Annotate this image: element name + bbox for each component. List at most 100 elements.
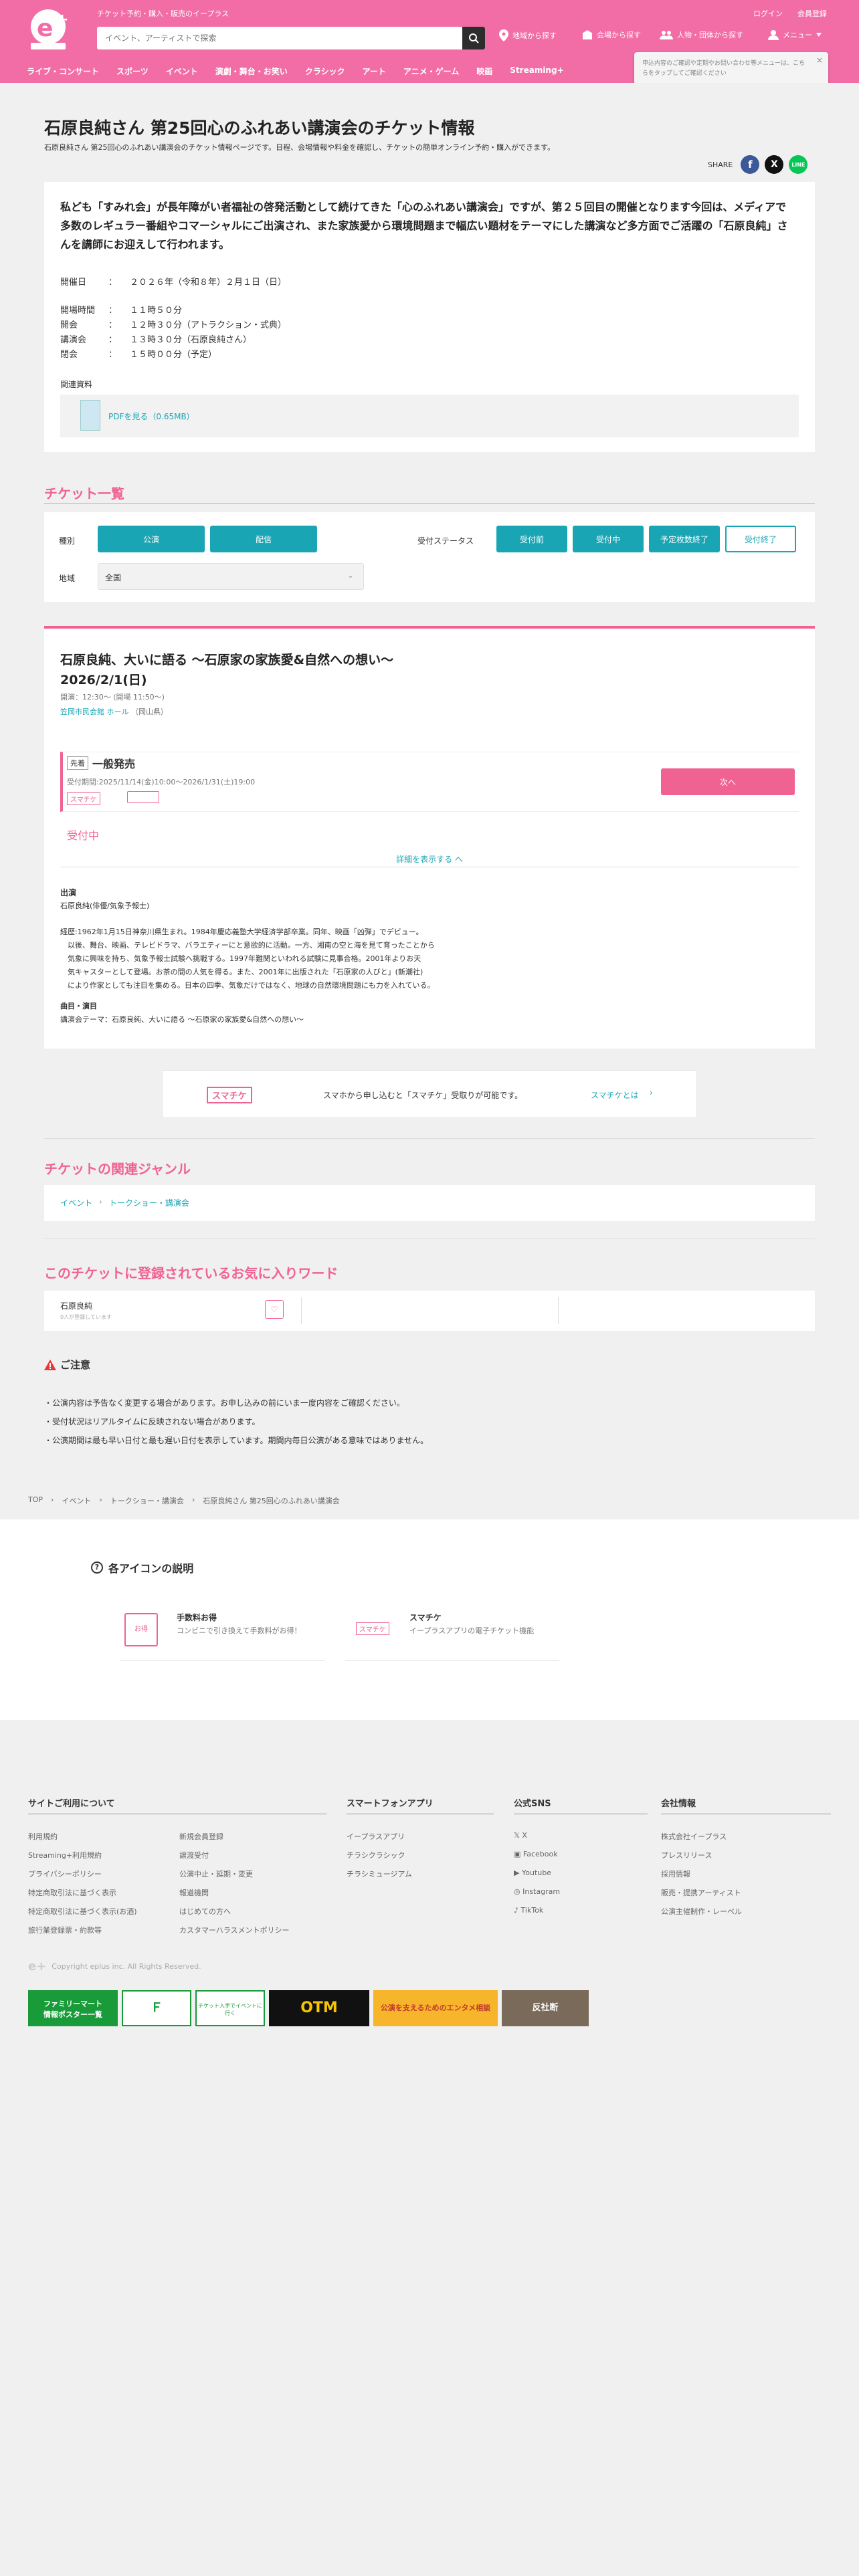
footer-link[interactable]: 公演中止・延期・変更 [179,1868,253,1879]
footer-link[interactable]: プレスリリース [661,1850,712,1860]
filter-type-performance[interactable]: 公演 [98,526,205,552]
footer-link[interactable]: チラシクラシック [347,1850,405,1860]
heart-icon[interactable]: ♡ [265,1300,284,1319]
partner-banner-ticket[interactable]: チケット入手でイベントに行く [195,1990,265,2026]
footer-link[interactable]: プライバシーポリシー [28,1868,102,1879]
divider [558,1297,559,1324]
nav-area[interactable]: 地域から探す [499,29,557,41]
x-link[interactable]: 𝕏 X [514,1831,527,1840]
chevron-down-icon: ⌄ [347,570,354,580]
x-icon[interactable]: X [765,155,784,174]
genre-sports[interactable]: スポーツ [116,66,149,77]
icon-help-desc: イープラスアプリの電子チケット機能 [409,1626,535,1635]
footer-link[interactable]: 特定商取引法に基づく表示(お酒) [28,1906,137,1917]
genre-anime[interactable]: アニメ・ゲーム [403,66,459,77]
genre-event[interactable]: イベント [166,66,198,77]
genre-classic[interactable]: クラシック [305,66,345,77]
register-link[interactable]: 会員登録 [797,8,827,19]
login-link[interactable]: ログイン [753,8,783,19]
region-select-value: 全国 [105,573,122,582]
pdf-link[interactable]: PDFを見る（0.65MB） [108,411,195,422]
schedule-key: 開催日 [60,278,87,288]
nav-person-label: 人物・団体から探す [677,31,743,39]
footer-link[interactable]: 公演主催制作・レーベル [661,1906,742,1917]
youtube-link[interactable]: ▶ Youtube [514,1868,551,1877]
details-link[interactable]: 詳細を表示する へ [44,853,815,865]
footer-link[interactable]: チラシミュージアム [347,1868,412,1879]
share-bar: SHARE f X LINE [708,155,808,174]
next-button[interactable]: 次へ [661,768,795,795]
region-select[interactable]: 全国 ⌄ [98,563,364,590]
line-icon[interactable]: LINE [789,155,808,174]
genre-link-talkshow[interactable]: トークショー・講演会 [109,1197,189,1208]
footer-link[interactable]: 特定商取引法に基づく表示 [28,1887,116,1898]
caution-item: ・受付状況はリアルタイムに反映されない場合があります。 [44,1417,260,1426]
event-title[interactable]: 石原良純、大いに語る 〜石原家の家族愛&自然への想い〜 [60,650,393,668]
sumachike-logo: スマチケ [207,1087,252,1103]
footer-link[interactable]: 販売・提携アーティスト [661,1887,741,1898]
breadcrumb-item[interactable]: トークショー・講演会 [110,1495,184,1506]
facebook-link[interactable]: ▣ Facebook [514,1850,558,1858]
search-input[interactable] [97,27,485,49]
event-venue-line: 笠岡市民会館 ホール （岡山県） [60,706,168,717]
familymart-banner[interactable]: ファミリーマート 情報ポスター一覧 [28,1990,118,2026]
menu-button[interactable]: メニュー [768,29,822,40]
youtube-link-label: Youtube [521,1868,551,1877]
breadcrumb-item[interactable]: イベント [62,1495,91,1506]
footer-col-site: サイトご利用について [28,1799,115,1809]
footer-link[interactable]: 新規会員登録 [179,1831,223,1842]
warning-icon [44,1359,56,1370]
instagram-link[interactable]: ◎ Instagram [514,1887,560,1896]
footer-link[interactable]: 利用規約 [28,1831,58,1842]
pdf-thumbnail [80,400,100,431]
nav-venue[interactable]: 会場から探す [582,29,641,40]
sumachike-link[interactable]: スマチケとは [591,1089,639,1101]
footer-link[interactable]: カスタマーハラスメントポリシー [179,1925,290,1935]
footer-link[interactable]: 報道機関 [179,1887,209,1898]
filter-status-soldout[interactable]: 予定枚数終了 [649,526,720,552]
antisocial-banner[interactable]: 反社断 [502,1990,589,2026]
footer-link[interactable]: はじめての方へ [179,1906,231,1917]
site-footer [0,1720,859,2576]
sale-tag: 先着 [67,756,88,770]
genre-live[interactable]: ライブ・コンサート [27,66,99,77]
search-icon [469,33,479,43]
footer-link[interactable]: イープラスアプリ [347,1831,405,1842]
sumachike-banner[interactable]: スマチケ スマホから申し込むと「スマチケ」受取りが可能です。 スマチケとは › [162,1070,697,1118]
close-icon[interactable]: × [816,56,823,66]
filter-status-open[interactable]: 受付中 [573,526,644,552]
caution-text: 公演期間は最も早い日付と最も遅い日付を表示しています。期間内毎日公演がある意味で… [52,1436,429,1445]
favorite-word[interactable]: 石原良純 [60,1300,92,1311]
partner-banner-f[interactable]: Ｆ [122,1990,191,2026]
filter-status-closed[interactable]: 受付終了 [725,526,796,552]
status-label: 受付ステータス [417,536,474,546]
tiktok-link[interactable]: ♪ TikTok [514,1906,543,1915]
event-intro-card: 私ども「すみれ会」が長年障がい者福祉の啓発活動として続けてきた「心のふれあい講演… [44,182,815,452]
page-subtitle: 石原良純さん 第25回心のふれあい講演会のチケット情報ページです。日程、会場情報… [44,143,555,152]
event-venue[interactable]: 笠岡市民会館 ホール [60,708,129,716]
footer-link[interactable]: 株式会社イープラス [661,1831,727,1842]
intro-text: 私ども「すみれ会」が長年障がい者福祉の啓発活動として続けてきた「心のふれあい講演… [60,201,788,251]
footer-link[interactable]: 採用情報 [661,1868,690,1879]
eplus-logo[interactable]: e + [27,7,78,49]
genre-link-event[interactable]: イベント [60,1197,92,1208]
otm-banner[interactable]: OTM [269,1990,369,2026]
footer-link[interactable]: 譲渡受付 [179,1850,209,1860]
footer-link[interactable]: Streaming+利用規約 [28,1850,102,1860]
footer-link[interactable]: 旅行業登録票・約款等 [28,1925,102,1935]
footer-col-app: スマートフォンアプリ [347,1799,434,1809]
genre-streaming[interactable]: Streaming+ [510,66,563,77]
genre-art[interactable]: アート [363,66,386,77]
genre-movie[interactable]: 映画 [476,66,492,77]
schedule-colon: ： [108,320,118,330]
search-button[interactable] [462,27,485,49]
filter-type-streaming[interactable]: 配信 [210,526,317,552]
filter-status-before[interactable]: 受付前 [496,526,567,552]
facebook-icon[interactable]: f [741,155,760,174]
entertainment-banner[interactable]: 公演を支えるためのエンタメ相談 [373,1990,498,2026]
breadcrumb-item[interactable]: TOP [28,1495,43,1506]
schedule-value: １５時００分（予定） [130,350,217,360]
instagram-link-label: Instagram [522,1887,561,1896]
genre-theater[interactable]: 演劇・舞台・お笑い [215,66,288,77]
nav-person[interactable]: 人物・団体から探す [660,29,743,40]
